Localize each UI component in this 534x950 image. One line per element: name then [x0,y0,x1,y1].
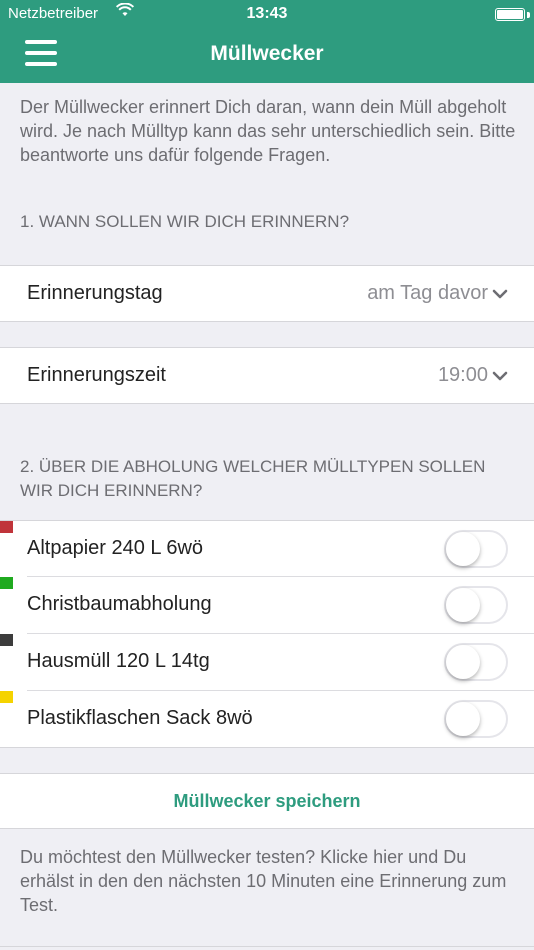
waste-type-row: Hausmüll 120 L 14tg [0,634,534,691]
bottom-divider [0,946,534,947]
toggle-knob [446,532,480,566]
reminder-day-row[interactable]: Erinnerungstag am Tag davor [0,265,534,322]
save-button-label: Müllwecker speichern [173,791,361,811]
section-heading-waste-types: 2. ÜBER DIE ABHOLUNG WELCHER MÜLLTYPEN S… [20,457,486,500]
status-bar: Netzbetreiber 13:43 [0,0,534,28]
waste-toggle-switch[interactable] [444,586,508,624]
toggle-knob [446,588,480,622]
section-heading-when: 1. WANN SOLLEN WIR DICH ERINNERN? [20,212,350,231]
waste-type-row: Plastikflaschen Sack 8wö [0,691,534,748]
reminder-time-label: Erinnerungszeit [27,364,166,386]
waste-type-label: Altpapier 240 L 6wö [27,537,204,559]
waste-toggle-switch[interactable] [444,530,508,568]
battery-icon [495,8,525,21]
test-reminder-link[interactable]: Du möchtest den Müllwecker testen? Klick… [20,845,520,917]
waste-type-label: Hausmüll 120 L 14tg [27,650,210,672]
status-time: 13:43 [246,5,288,22]
waste-color-marker [0,521,13,533]
waste-type-row: Christbaumabholung [0,577,534,634]
waste-toggle-switch[interactable] [444,643,508,681]
waste-type-row: Altpapier 240 L 6wö [0,520,534,577]
toggle-knob [446,645,480,679]
reminder-time-row[interactable]: Erinnerungszeit 19:00 [0,347,534,404]
reminder-day-label: Erinnerungstag [27,282,163,304]
chevron-down-icon [492,282,508,305]
page-title: Müllwecker [210,42,324,65]
reminder-day-value: am Tag davor [367,282,488,304]
reminder-day-select[interactable]: am Tag davor [367,282,508,305]
battery-tip [527,12,530,18]
waste-color-marker [0,577,13,589]
app-header: Netzbetreiber 13:43 Müllwecker [0,0,534,83]
waste-color-marker [0,691,13,703]
waste-color-marker [0,634,13,646]
chevron-down-icon [492,364,508,387]
save-button[interactable]: Müllwecker speichern [0,773,534,829]
waste-type-label: Plastikflaschen Sack 8wö [27,707,253,729]
waste-toggle-switch[interactable] [444,700,508,738]
reminder-time-select[interactable]: 19:00 [438,364,508,387]
toggle-knob [446,702,480,736]
waste-type-label: Christbaumabholung [27,593,212,615]
intro-text: Der Müllwecker erinnert Dich daran, wann… [20,97,516,165]
reminder-time-value: 19:00 [437,364,488,386]
